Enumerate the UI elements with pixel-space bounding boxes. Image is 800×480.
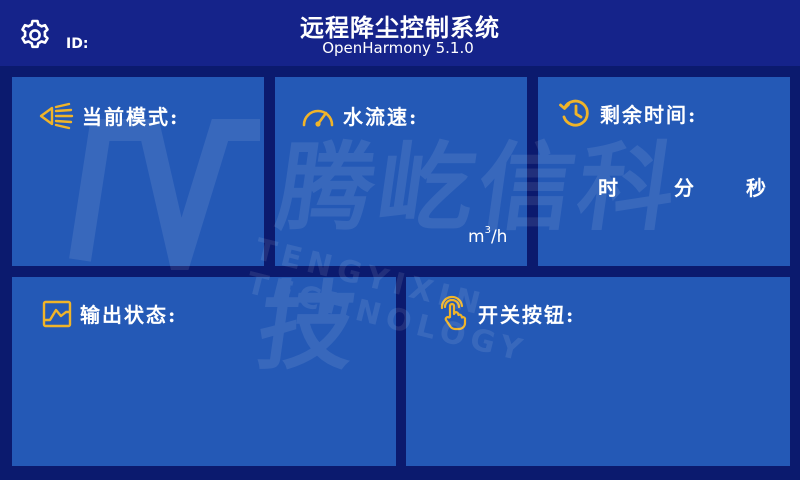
os-version-subtitle: OpenHarmony 5.1.0 — [322, 39, 474, 57]
waveform-icon — [42, 300, 72, 327]
water-flow-panel: 水流速: m3/h — [275, 77, 527, 266]
current-mode-panel: 当前模式: — [12, 77, 264, 266]
water-flow-heading: 水流速: — [301, 101, 418, 130]
switch-button-heading: 开关按钮: — [440, 295, 575, 331]
touch-hand-icon — [440, 295, 467, 331]
flow-unit-tail: /h — [490, 227, 508, 247]
flow-unit-base: m — [468, 227, 485, 247]
output-state-label: 输出状态: — [80, 303, 178, 327]
history-clock-icon — [559, 99, 589, 127]
flow-unit-exponent: 3 — [484, 225, 491, 236]
current-mode-label: 当前模式: — [82, 105, 180, 129]
top-bar: ID: 远程降尘控制系统 OpenHarmony 5.1.0 — [0, 0, 800, 66]
remaining-time-label: 剩余时间: — [600, 102, 698, 127]
flow-unit: m3/h — [468, 225, 508, 247]
spray-nozzle-icon — [39, 102, 74, 129]
minutes-unit: 分 — [674, 176, 694, 200]
water-flow-label: 水流速: — [343, 105, 419, 129]
speedometer-icon — [302, 109, 334, 127]
hours-unit: 时 — [598, 176, 618, 200]
seconds-unit: 秒 — [746, 176, 766, 200]
remaining-time-heading: 剩余时间: — [558, 97, 697, 129]
remaining-time-panel: 剩余时间: 时 分 秒 — [538, 77, 790, 266]
switch-button-label: 开关按钮: — [478, 302, 576, 327]
output-state-heading: 输出状态: — [42, 299, 177, 328]
switch-button-panel: 开关按钮: — [406, 277, 790, 466]
current-mode-heading: 当前模式: — [38, 101, 179, 130]
output-state-panel: 输出状态: — [12, 277, 396, 466]
page-title: 远程降尘控制系统 — [300, 14, 500, 42]
